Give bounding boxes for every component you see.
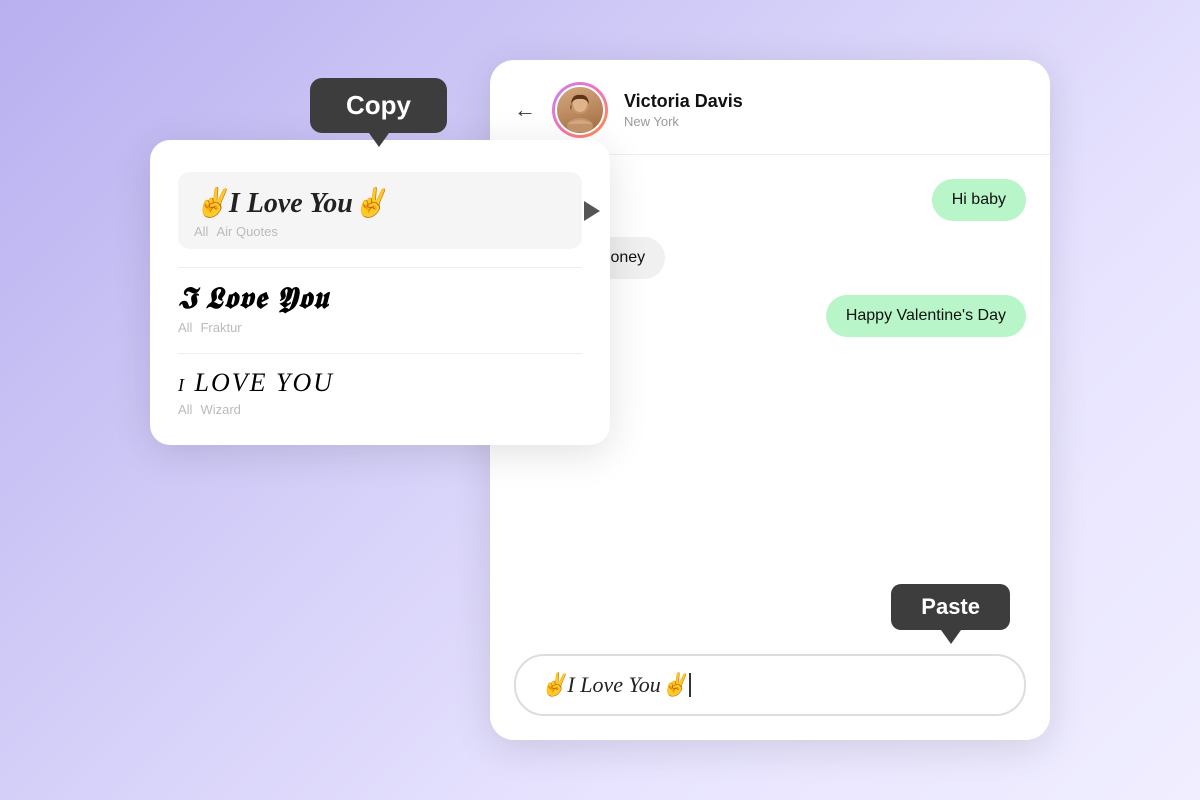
chat-input-area: Paste ✌️I Love You✌️ [490,642,1050,740]
font-item-wizard[interactable]: i LOVE YOU All Wizard [178,368,582,417]
copy-tooltip-label: Copy [346,90,411,120]
font-label-air-quotes: All Air Quotes [194,224,566,239]
arrow-right-icon [584,201,600,221]
font-picker-card: Copy ✌️I Love You✌️ All Air Quotes 𝕴 𝕷𝖔𝖛… [150,140,610,445]
paste-tooltip-label: Paste [921,594,980,619]
back-button[interactable]: ← [514,97,536,123]
chat-input[interactable]: ✌️I Love You✌️ [514,654,1026,716]
paste-tooltip[interactable]: Paste [891,584,1010,630]
font-label-wizard: All Wizard [178,402,582,417]
chat-user-info: Victoria Davis New York [624,91,1026,129]
divider-2 [178,353,582,354]
contact-location: New York [624,114,1026,129]
contact-name: Victoria Davis [624,91,1026,112]
contact-avatar-ring [552,82,608,138]
contact-avatar-image [558,88,602,132]
chat-input-text: ✌️I Love You✌️ [540,672,688,698]
text-cursor [689,673,691,697]
copy-tooltip[interactable]: Copy [310,78,447,133]
message-text-3: Happy Valentine's Day [846,307,1006,324]
font-label-fraktur: All Fraktur [178,320,582,335]
message-text-1: Hi baby [952,191,1006,208]
contact-avatar [555,85,605,135]
font-text-air-quotes: ✌️I Love You✌️ [194,186,566,220]
font-item-air-quotes[interactable]: ✌️I Love You✌️ All Air Quotes [178,172,582,249]
message-bubble-3: Happy Valentine's Day [826,295,1026,337]
font-text-wizard: i LOVE YOU [178,368,582,398]
divider [178,267,582,268]
font-text-fraktur: 𝕴 𝕷𝖔𝖛𝖊 𝖄𝖔𝖚 [178,282,582,316]
font-item-fraktur[interactable]: 𝕴 𝕷𝖔𝖛𝖊 𝖄𝖔𝖚 All Fraktur [178,282,582,335]
message-bubble-1: Hi baby [932,179,1026,221]
